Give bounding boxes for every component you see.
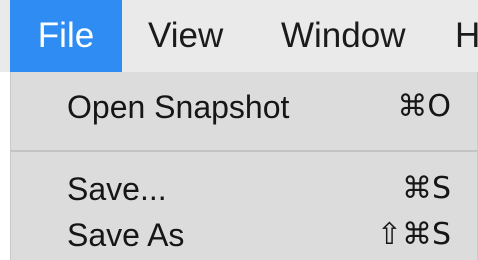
app-window: File View Window H Open Snapshot ⌘O Save…: [0, 0, 478, 260]
menu-item-open-snapshot[interactable]: Open Snapshot ⌘O: [11, 84, 477, 130]
menu-item-save[interactable]: Save... ⌘S: [11, 166, 477, 212]
menu-view[interactable]: View: [148, 0, 223, 72]
menu-item-open-snapshot-shortcut: ⌘O: [397, 89, 451, 124]
menu-item-save-shortcut: ⌘S: [401, 171, 451, 206]
menu-item-save-label: Save...: [67, 171, 167, 207]
menu-help-partial-label: H: [455, 16, 478, 55]
menu-window-label: Window: [281, 16, 406, 55]
menu-file-label: File: [37, 16, 95, 55]
menu-view-label: View: [148, 16, 224, 55]
menu-separator: [11, 150, 477, 152]
menu-window[interactable]: Window: [281, 0, 405, 72]
menu-item-save-as[interactable]: Save As ⇧⌘S: [11, 212, 477, 258]
menu-item-save-as-label: Save As: [67, 217, 185, 253]
menu-item-save-as-shortcut: ⇧⌘S: [376, 217, 451, 252]
file-menu-dropdown: Open Snapshot ⌘O Save... ⌘S Save As ⇧⌘S: [10, 72, 478, 260]
menu-help-partial[interactable]: H: [455, 0, 478, 72]
menu-item-open-snapshot-label: Open Snapshot: [67, 89, 290, 125]
menu-bar: File View Window H: [0, 0, 478, 72]
menu-file[interactable]: File: [10, 0, 122, 72]
